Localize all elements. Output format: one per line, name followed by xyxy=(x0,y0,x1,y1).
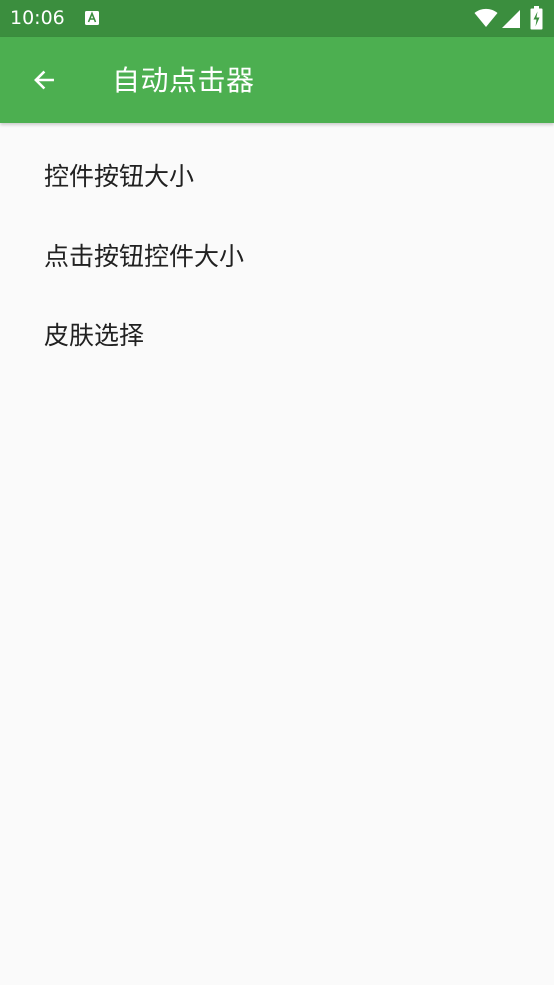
settings-item-skin-selection[interactable]: 皮肤选择 xyxy=(0,294,554,373)
back-button[interactable] xyxy=(16,52,72,108)
settings-list: 控件按钮大小 点击按钮控件大小 皮肤选择 xyxy=(0,123,554,373)
status-bar: 10:06 xyxy=(0,0,554,37)
settings-item-label: 皮肤选择 xyxy=(44,320,145,350)
wifi-icon xyxy=(474,8,498,27)
a-in-box-icon xyxy=(85,11,99,25)
cell-signal-icon xyxy=(502,10,520,28)
settings-item-control-button-size[interactable]: 控件按钮大小 xyxy=(0,123,554,215)
arrow-left-icon xyxy=(34,70,54,90)
settings-item-label: 点击按钮控件大小 xyxy=(44,241,245,271)
settings-item-label: 控件按钮大小 xyxy=(44,162,195,191)
page-title: 自动点击器 xyxy=(112,64,255,97)
app-bar: 自动点击器 xyxy=(0,37,554,123)
battery-charging-icon xyxy=(530,6,543,30)
status-time: 10:06 xyxy=(10,7,65,29)
settings-item-click-button-control-size[interactable]: 点击按钮控件大小 xyxy=(0,215,554,294)
